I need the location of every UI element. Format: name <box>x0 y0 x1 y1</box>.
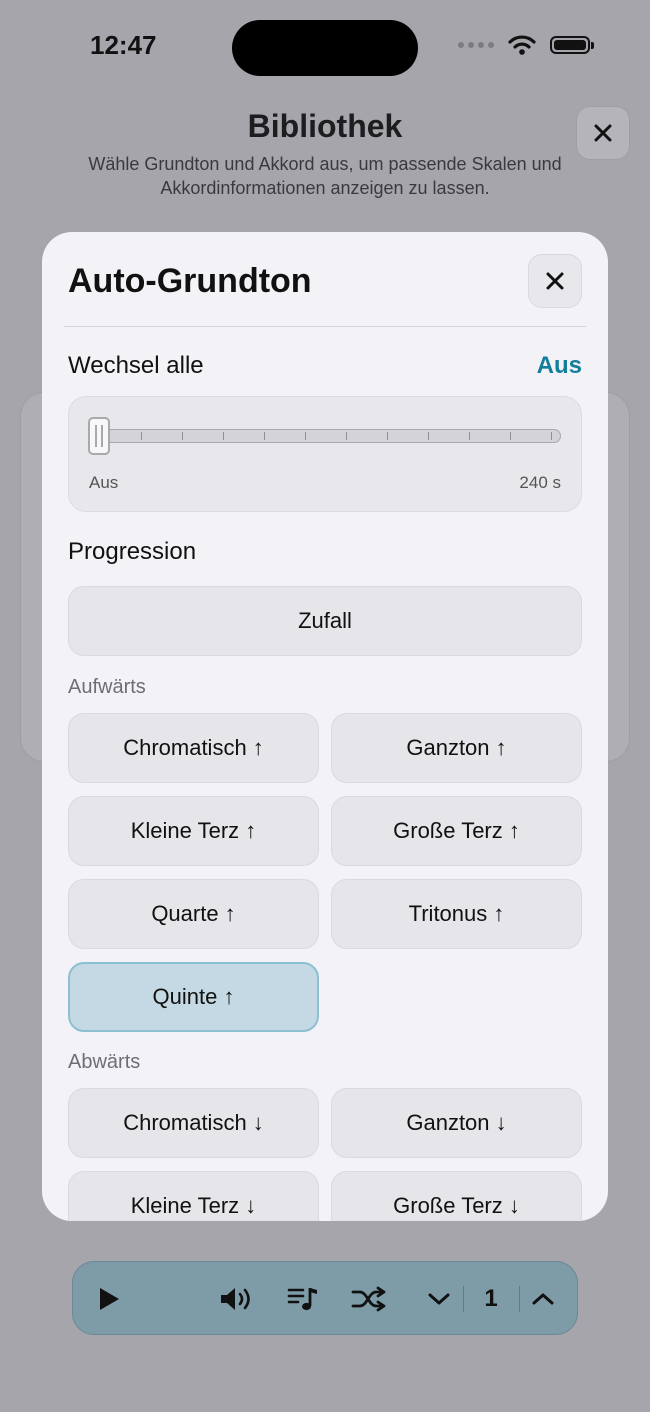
slider-tick <box>182 432 183 440</box>
slider-tick <box>223 432 224 440</box>
downward-button[interactable]: Kleine Terz ↓ <box>68 1171 319 1221</box>
speaker-icon <box>221 1288 250 1310</box>
close-icon <box>546 272 564 290</box>
background-title: Bibliothek <box>247 108 403 144</box>
downward-button[interactable]: Ganzton ↓ <box>331 1088 582 1158</box>
upward-label: Aufwärts <box>68 676 146 698</box>
upward-button[interactable]: Tritonus ↑ <box>331 879 582 949</box>
volume-button[interactable] <box>217 1262 257 1336</box>
slider-tick <box>551 432 552 440</box>
upward-button[interactable]: Kleine Terz ↑ <box>68 796 319 866</box>
upward-button[interactable]: Große Terz ↑ <box>331 796 582 866</box>
increment-button[interactable] <box>527 1262 559 1336</box>
shuffle-button[interactable] <box>349 1262 389 1336</box>
step-count: 1 <box>484 1285 498 1312</box>
chevron-up-icon <box>532 1293 554 1305</box>
status-right <box>458 34 594 56</box>
slider-min-label: Aus <box>89 473 119 492</box>
play-button[interactable] <box>91 1262 127 1336</box>
sheet-divider <box>64 326 586 327</box>
interval-slider-track[interactable] <box>91 429 561 443</box>
status-time: 12:47 <box>90 30 157 60</box>
chevron-down-icon <box>428 1293 450 1305</box>
upward-button[interactable]: Quarte ↑ <box>68 879 319 949</box>
random-button[interactable]: Zufall <box>68 586 582 656</box>
upward-button[interactable]: Ganzton ↑ <box>331 713 582 783</box>
slider-tick <box>346 432 347 440</box>
dynamic-island <box>232 20 418 76</box>
playback-toolbar: 1 <box>72 1261 578 1335</box>
background-subtitle: Wähle Grundton und Akkord aus, um passen… <box>88 154 562 198</box>
sheet-title: Auto-Grundton <box>68 262 312 300</box>
shuffle-icon <box>351 1286 386 1312</box>
upward-button-selected[interactable]: Quinte ↑ <box>68 962 319 1032</box>
slider-tick <box>141 432 142 440</box>
playlist-button[interactable] <box>283 1262 323 1336</box>
playlist-icon <box>287 1288 317 1311</box>
play-icon <box>100 1288 119 1310</box>
wifi-icon <box>508 35 536 55</box>
slider-tick <box>428 432 429 440</box>
slider-max-label: 240 s <box>519 473 561 492</box>
downward-button[interactable]: Große Terz ↓ <box>331 1171 582 1221</box>
slider-tick <box>469 432 470 440</box>
slider-tick <box>305 432 306 440</box>
toolbar-separator <box>519 1286 520 1312</box>
auto-root-sheet: Auto-Grundton Wechsel alle Aus Aus 240 s… <box>42 232 608 1221</box>
downward-button[interactable]: Chromatisch ↓ <box>68 1088 319 1158</box>
interval-slider-box: Aus 240 s <box>68 396 582 512</box>
background-close-button[interactable] <box>576 106 630 160</box>
toolbar-separator <box>463 1286 464 1312</box>
upward-button[interactable]: Chromatisch ↑ <box>68 713 319 783</box>
battery-icon <box>550 36 594 54</box>
sheet-close-button[interactable] <box>528 254 582 308</box>
decrement-button[interactable] <box>423 1262 455 1336</box>
downward-label: Abwärts <box>68 1051 141 1073</box>
progression-label: Progression <box>68 538 197 565</box>
interval-value: Aus <box>536 352 582 379</box>
slider-tick <box>264 432 265 440</box>
close-icon <box>594 124 612 142</box>
interval-label: Wechsel alle <box>68 352 204 379</box>
slider-tick <box>510 432 511 440</box>
slider-tick <box>387 432 388 440</box>
signal-icon <box>458 42 494 48</box>
interval-slider-thumb[interactable] <box>88 417 110 455</box>
